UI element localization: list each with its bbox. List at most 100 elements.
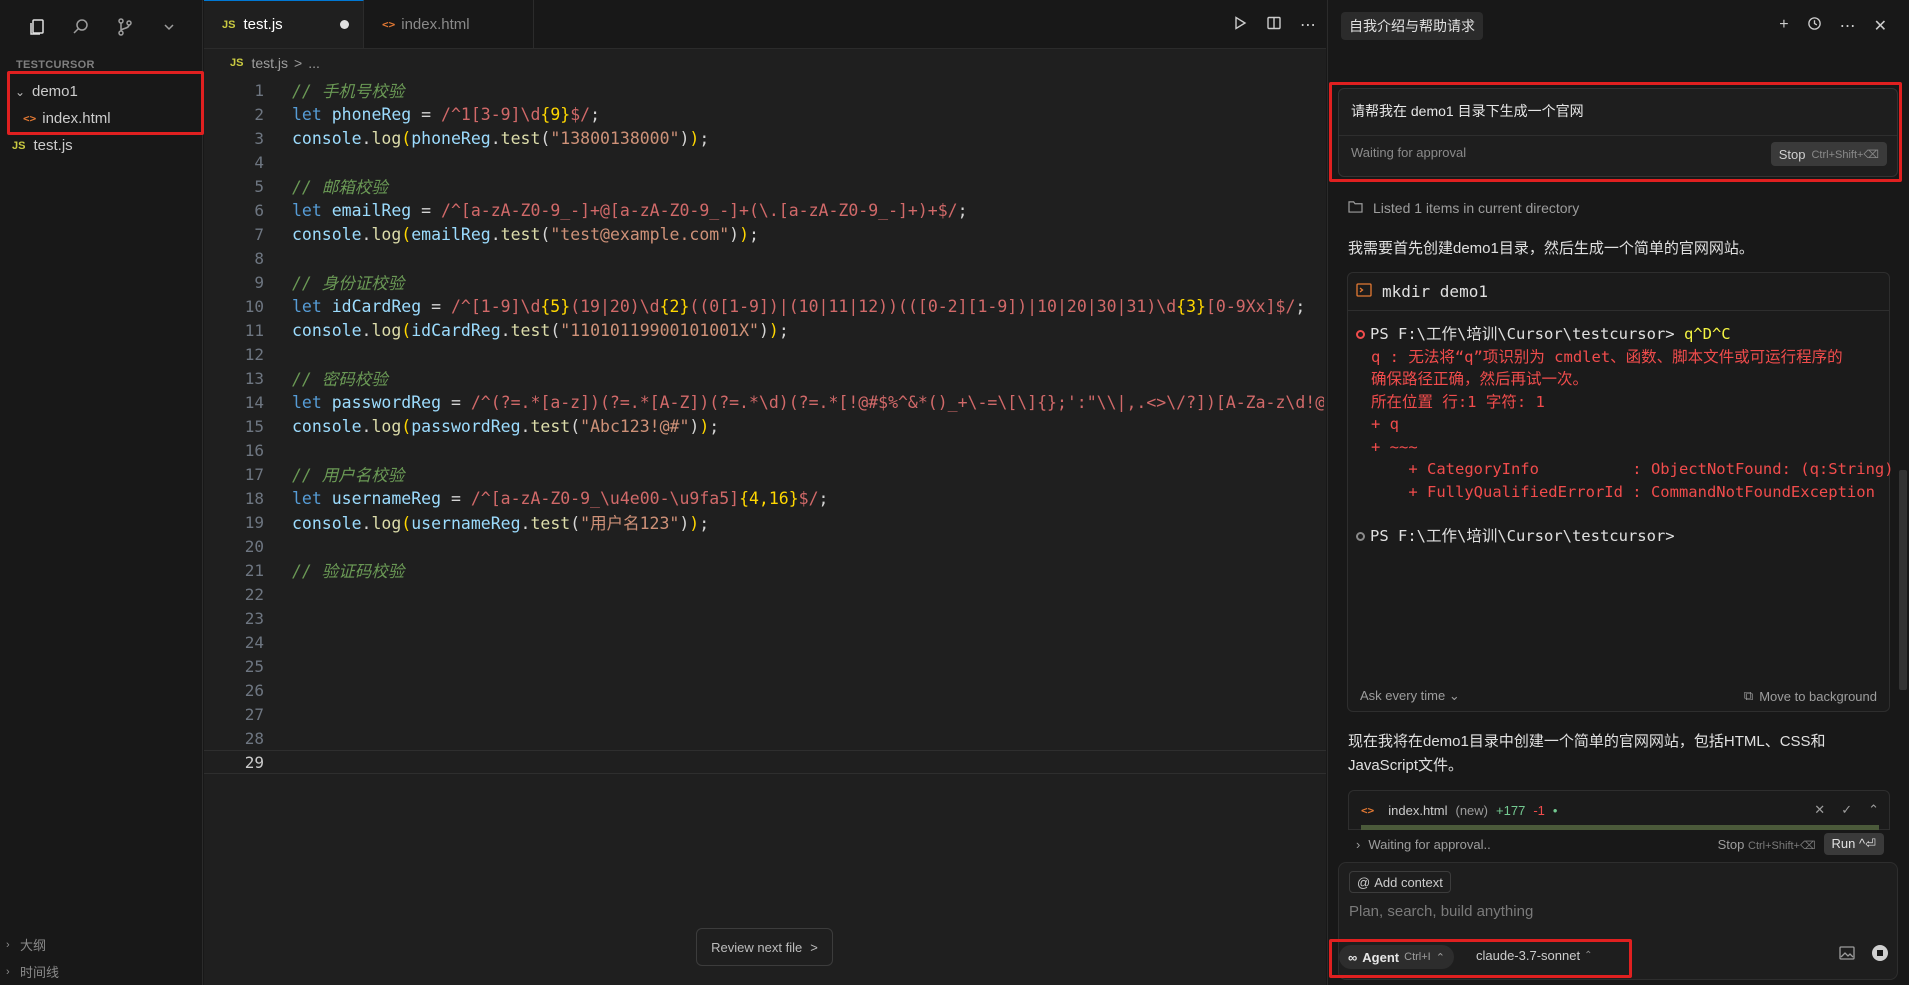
code-line: 7 console.log(emailReg.test("test@example…: [254, 224, 759, 244]
breadcrumb-file[interactable]: test.js: [251, 55, 288, 71]
tree-folder-demo1[interactable]: ⌄ demo1: [0, 78, 202, 105]
explorer-sidebar: TESTCURSOR ⌄ demo1 <> index.html JS test…: [0, 0, 203, 985]
explorer-section-title[interactable]: TESTCURSOR: [0, 56, 202, 74]
stop-label: Stop: [1778, 146, 1806, 162]
external-icon: ⧉: [1743, 688, 1754, 703]
file-change-card[interactable]: <> index.html (new) +177 -1 • ✕ ✓ ⌃: [1348, 790, 1890, 830]
run-button[interactable]: Run ^⏎: [1823, 833, 1884, 855]
terminal-icon: [1356, 282, 1372, 301]
infinity-icon: ∞: [1348, 949, 1358, 965]
review-label: Review next file: [711, 939, 803, 955]
split-editor-icon[interactable]: [1266, 15, 1282, 34]
new-chat-icon[interactable]: +: [1779, 16, 1788, 36]
ask-every-time-dropdown[interactable]: Ask every time ⌄: [1360, 688, 1460, 704]
more-icon[interactable]: ⋯: [1840, 16, 1856, 36]
image-icon[interactable]: [1839, 946, 1855, 963]
tab-index-html[interactable]: <> index.html: [364, 0, 534, 48]
tab-test-js[interactable]: JS test.js: [204, 0, 364, 48]
add-context-label: Add context: [1374, 874, 1443, 890]
terminal-line: PS F:\工作\培训\Cursor\testcursor>: [1356, 525, 1881, 548]
approval-status: Waiting for approval: [1351, 145, 1467, 160]
outline-section[interactable]: › 大纲: [0, 931, 203, 958]
chevron-down-icon: ⌄: [14, 84, 26, 99]
terminal-line: 确保路径正确，然后再试一次。: [1371, 370, 1589, 388]
tab-label: test.js: [243, 16, 283, 33]
lines-removed: -1: [1533, 802, 1545, 818]
workspace-name: TESTCURSOR: [16, 59, 95, 71]
code-line: 11 console.log(idCardReg.test("1101011990…: [244, 320, 789, 340]
breadcrumb-symbol[interactable]: ...: [308, 55, 320, 71]
terminal-command: mkdir demo1: [1382, 282, 1488, 301]
review-next-file-button[interactable]: Review next file >: [696, 928, 833, 966]
model-selector[interactable]: claude-3.7-sonnet ⌃: [1476, 948, 1592, 963]
tree-item-label: index.html: [42, 110, 111, 127]
move-to-background-button[interactable]: ⧉ Move to background: [1744, 688, 1877, 704]
lines-added: +177: [1496, 802, 1526, 818]
source-control-icon[interactable]: [112, 14, 138, 40]
code-line: 25: [244, 656, 264, 676]
approval-row: › Waiting for approval.. Stop Ctrl+Shift…: [1348, 830, 1890, 858]
code-line: 2 let phoneReg = /^1[3-9]\d{9}$/;: [254, 104, 601, 124]
agent-mode-selector[interactable]: ∞ Agent Ctrl+I ⌃: [1339, 945, 1454, 969]
run-icon[interactable]: [1232, 15, 1248, 34]
unsaved-dot-icon[interactable]: [340, 20, 349, 29]
stop-button[interactable]: Stop Ctrl+Shift+⌫: [1770, 142, 1887, 166]
model-label: claude-3.7-sonnet: [1476, 948, 1581, 963]
file-new-tag: (new): [1455, 802, 1489, 818]
accept-icon[interactable]: ✓: [1841, 802, 1852, 818]
status-dot: •: [1552, 802, 1558, 818]
code-line: 16: [244, 440, 264, 460]
chevron-up-icon: ⌃: [1584, 950, 1593, 961]
js-file-icon: JS: [222, 18, 236, 31]
tab-label: index.html: [401, 15, 470, 33]
code-line: 15 console.log(passwordReg.test("Abc123!@…: [244, 416, 720, 436]
folder-icon: [1348, 200, 1363, 216]
terminal-output: PS F:\工作\培训\Cursor\testcursor> q^D^C q :…: [1348, 311, 1903, 548]
tree-file-index-html[interactable]: <> index.html: [0, 105, 202, 132]
chat-scrollbar[interactable]: [1899, 470, 1907, 690]
user-prompt-text: 请帮我在 demo1 目录下生成一个官网: [1351, 103, 1584, 119]
message-line: JavaScript文件。: [1348, 757, 1464, 774]
chat-header-actions: + ⋯ ✕: [1779, 16, 1887, 36]
collapse-icon[interactable]: ⌃: [1868, 802, 1879, 818]
files-icon[interactable]: [24, 14, 50, 40]
add-context-button[interactable]: @ Add context: [1349, 871, 1451, 893]
code-line: 12: [244, 344, 264, 364]
code-line: 8: [254, 248, 264, 268]
terminal-line: + FullyQualifiedErrorId : CommandNotFoun…: [1371, 482, 1875, 501]
user-prompt-card[interactable]: 请帮我在 demo1 目录下生成一个官网 Waiting for approva…: [1338, 88, 1898, 177]
stop-button[interactable]: Stop Ctrl+Shift+⌫: [1718, 837, 1816, 852]
tree-item-label: demo1: [32, 83, 78, 100]
code-line-current: 29: [204, 750, 1326, 774]
timeline-section[interactable]: › 时间线: [0, 958, 203, 985]
error-dot-icon: [1356, 329, 1365, 339]
close-icon[interactable]: ✕: [1874, 16, 1887, 36]
code-line: 27: [244, 704, 264, 724]
code-line: 21// 验证码校验: [244, 560, 405, 582]
code-line: 28: [244, 728, 264, 748]
terminal-footer: Ask every time ⌄ ⧉ Move to background: [1348, 681, 1889, 711]
chat-input[interactable]: [1349, 903, 1869, 920]
chat-title[interactable]: 自我介绍与帮助请求: [1341, 12, 1483, 40]
tree-file-test-js[interactable]: JS test.js: [0, 132, 202, 159]
more-actions-icon[interactable]: ⋯: [1300, 15, 1316, 35]
terminal-line: + q: [1371, 415, 1399, 433]
send-stop-icon[interactable]: [1871, 944, 1889, 965]
tab-bar: JS test.js <> index.html ⋯: [204, 0, 1326, 49]
terminal-line: q : 无法将“q”项识别为 cmdlet、函数、脚本文件或可运行程序的: [1371, 347, 1843, 366]
idle-dot-icon: [1356, 531, 1365, 541]
terminal-line: + CategoryInfo : ObjectNotFound: (q:Stri…: [1371, 460, 1903, 478]
code-line: 19 console.log(usernameReg.test("用户名123")…: [244, 512, 710, 534]
breadcrumb-separator: >: [294, 55, 303, 71]
chevron-down-icon[interactable]: [156, 14, 182, 40]
js-file-icon: JS: [230, 57, 244, 69]
code-line: 23: [244, 608, 264, 628]
search-icon[interactable]: [68, 14, 94, 40]
code-editor[interactable]: 1// 手机号校验 2 let phoneReg = /^1[3-9]\d{9}$…: [204, 78, 1326, 774]
history-icon[interactable]: [1807, 16, 1822, 36]
terminal-command-row[interactable]: mkdir demo1: [1348, 273, 1889, 311]
js-file-icon: JS: [12, 139, 26, 152]
reject-icon[interactable]: ✕: [1814, 802, 1825, 818]
tool-listed-row[interactable]: Listed 1 items in current directory: [1348, 200, 1579, 216]
